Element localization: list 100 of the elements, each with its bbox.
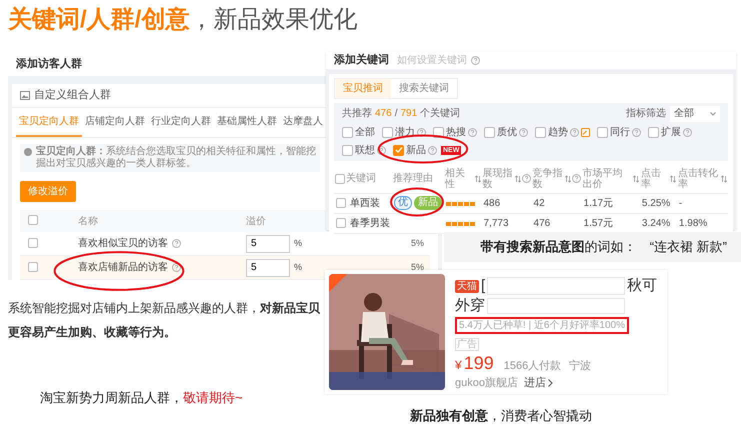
sort-icon[interactable]	[474, 174, 480, 182]
filter-label: 扩展	[661, 126, 681, 140]
help-icon	[519, 128, 528, 136]
highlight-text: 5.4万人已种草! | 近6个月好评率100%	[455, 317, 629, 334]
column-header: 市场平均出价	[582, 168, 624, 190]
filter-dropdown[interactable]: 全部	[670, 106, 720, 122]
help-icon	[468, 128, 477, 136]
currency-symbol: ¥	[455, 357, 462, 374]
count-label: 共推荐	[342, 106, 372, 121]
filter-label: 联想	[355, 144, 375, 158]
filter-label: 趋势	[548, 126, 568, 140]
checkbox[interactable]	[335, 174, 345, 184]
premium-field[interactable]: 5	[246, 258, 290, 276]
info-icon	[24, 148, 32, 156]
checkbox[interactable]	[336, 218, 346, 228]
reason-tag: 优	[394, 196, 412, 210]
checkbox[interactable]	[535, 126, 546, 138]
table-cell: 1.57元	[584, 218, 614, 228]
audience-name: 喜欢相似宝贝的访客	[78, 236, 168, 251]
caption-text: 系统智能挖掘对店铺内上架新品感兴趣的人群，对新品宝贝更容易产生加购、收藏等行为。	[8, 300, 321, 341]
column-header: 点击率	[640, 168, 662, 190]
checkbox[interactable]	[336, 198, 346, 208]
table-cell: 486	[484, 198, 500, 208]
title-text: ，新品效果优化	[189, 5, 358, 35]
sales-count: 1566人付款	[504, 359, 562, 374]
filter-label: 热搜	[446, 126, 466, 140]
help-icon	[428, 146, 437, 154]
table-cell: 7,773	[484, 218, 509, 228]
count-separator: /	[394, 107, 398, 121]
checkbox[interactable]	[597, 126, 608, 138]
table-cell: 476	[534, 218, 550, 228]
tab[interactable]: 基础属性人群	[214, 108, 280, 137]
count-value: 791	[400, 107, 418, 121]
title-highlight: 关键词/人群/创意	[8, 5, 190, 35]
caption-text: 带有搜索新品意图的词如： “连衣裙 新款”	[480, 238, 727, 256]
table-cell: 3.24%	[642, 218, 670, 228]
table-cell: 1.17元	[584, 198, 614, 208]
product-card[interactable]: 天猫 [ 秋可 外穿 5.4万人已种草! | 近6个月好评率100% 广告 ¥199 1566人付款 宁波 gukoo旗舰店 进店	[325, 270, 667, 394]
table-cell: -	[678, 198, 682, 208]
help-icon	[417, 128, 426, 136]
checkbox[interactable]	[648, 126, 659, 138]
reason-tag: 新品	[414, 196, 442, 210]
sort-icon[interactable]	[670, 174, 676, 182]
unit-label: %	[294, 236, 302, 250]
help-icon	[522, 174, 531, 183]
checkbox[interactable]	[28, 215, 38, 225]
help-icon	[377, 146, 386, 154]
checkbox[interactable]	[484, 126, 495, 138]
checkbox[interactable]	[28, 262, 38, 272]
tab[interactable]: 店铺定向人群	[82, 108, 148, 137]
teaser-text: 淘宝新势力周新品人群，	[40, 389, 183, 407]
sort-icon[interactable]	[564, 174, 571, 182]
column-header: 点击转化率	[678, 168, 719, 190]
filter-label: 全部	[355, 126, 375, 140]
enter-store-link[interactable]: 进店	[524, 374, 553, 391]
help-icon	[683, 128, 692, 136]
count-label: 个关键词	[420, 106, 460, 121]
keyword-text: 春季男装	[350, 216, 390, 230]
table-cell: 5.25%	[642, 198, 670, 208]
sort-icon[interactable]	[632, 174, 639, 182]
column-header: 名称	[77, 214, 99, 228]
checkbox[interactable]	[342, 144, 353, 156]
tab[interactable]: 达摩盘人	[280, 108, 326, 137]
checkbox[interactable]	[393, 144, 404, 156]
help-icon	[172, 239, 181, 248]
checkbox[interactable]	[382, 126, 393, 138]
premium-field[interactable]: 5	[246, 234, 290, 252]
location-text: 宁波	[569, 358, 592, 374]
help-icon	[172, 263, 181, 272]
sort-icon[interactable]	[721, 174, 727, 182]
column-header: 溢价	[245, 214, 266, 228]
product-title: 外穿	[455, 296, 485, 316]
teaser-highlight: 敬请期待~	[183, 389, 243, 407]
filter-label: 指标筛选	[626, 106, 666, 121]
caption-text: 新品独有创意，消费者心智撬动	[410, 407, 592, 425]
unit-label: %	[294, 260, 302, 274]
audience-name: 喜欢店铺新品的访客	[78, 260, 168, 275]
column-header: 展现指数	[482, 168, 514, 190]
card-title: 自定义组合人群	[34, 88, 111, 104]
store-badge: 天猫	[455, 280, 479, 292]
column-header: 关键词	[346, 173, 376, 184]
help-icon	[471, 56, 480, 65]
note-icon	[581, 128, 590, 136]
checkbox[interactable]	[342, 126, 353, 138]
sort-icon[interactable]	[514, 174, 521, 182]
store-name: gukoo旗舰店	[455, 376, 518, 390]
product-title: [	[481, 276, 486, 296]
panel-header: 添加关键词	[334, 52, 389, 68]
help-icon	[632, 128, 641, 136]
image-icon	[20, 91, 30, 100]
checkbox[interactable]	[28, 238, 38, 248]
help-icon	[570, 128, 579, 136]
table-cell-text: 5%	[410, 236, 425, 250]
table-cell: 42	[534, 198, 545, 208]
tab[interactable]: 行业定向人群	[148, 108, 214, 137]
table-cell: 1.98%	[678, 218, 708, 228]
info-text: 宝贝定向人群：系统结合您选取宝贝的相关特征和属性，智能挖掘出对宝贝感兴趣的一类人群标签。	[36, 146, 316, 170]
count-value: 476	[375, 107, 392, 121]
column-header: 竞争指数	[532, 168, 564, 190]
filter-label: 新品	[406, 144, 426, 158]
